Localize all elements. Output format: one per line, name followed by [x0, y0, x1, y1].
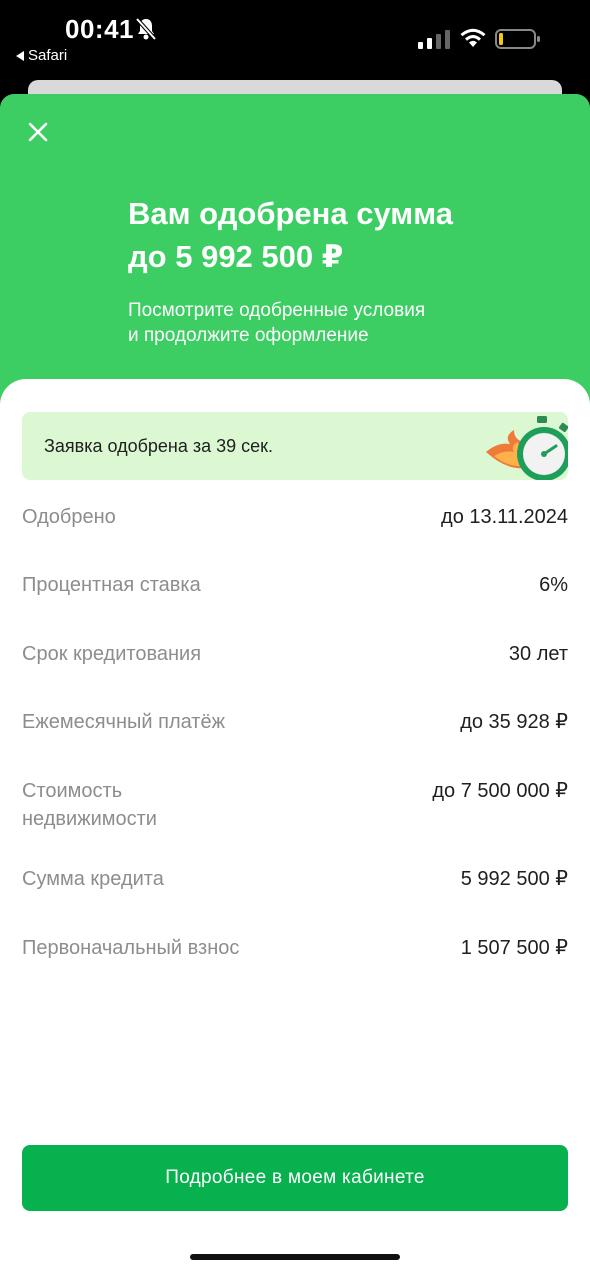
status-bar: 00:41 Safari: [0, 0, 590, 82]
approval-subtitle: Посмотрите одобренные условия и продолжи…: [128, 298, 548, 348]
battery-icon: [495, 29, 540, 49]
approval-modal: Вам одобрена сумма до 5 992 500 ₽ Посмот…: [0, 94, 590, 1280]
detail-row-property-cost: Стоимость недвижимости до 7 500 000 ₽: [22, 777, 568, 865]
approval-time-banner: Заявка одобрена за 39 сек.: [22, 412, 568, 480]
detail-row-monthly-payment: Ежемесячный платёж до 35 928 ₽: [22, 708, 568, 777]
open-cabinet-button-label: Подробнее в моем кабинете: [165, 1167, 425, 1188]
detail-value: 6%: [539, 574, 568, 596]
approval-title-line1: Вам одобрена сумма: [128, 196, 453, 231]
detail-label: Одобрено: [22, 506, 116, 528]
detail-value: 5 992 500 ₽: [460, 868, 568, 890]
detail-row-loan-amount: Сумма кредита 5 992 500 ₽: [22, 865, 568, 934]
stopwatch-icon: [486, 416, 568, 480]
detail-value: до 7 500 000 ₽: [432, 780, 568, 802]
banner-text: Заявка одобрена за 39 сек.: [44, 436, 274, 456]
detail-value: 1 507 500 ₽: [460, 937, 568, 959]
open-cabinet-button[interactable]: Подробнее в моем кабинете: [22, 1145, 568, 1211]
detail-label: Процентная ставка: [22, 574, 201, 596]
approval-title: Вам одобрена сумма до 5 992 500 ₽: [128, 192, 548, 278]
home-indicator[interactable]: [190, 1254, 400, 1260]
approval-subtitle-line1: Посмотрите одобренные условия: [128, 300, 426, 321]
detail-label: Стоимость недвижимости: [22, 780, 157, 830]
cellular-signal-icon: [418, 30, 450, 49]
detail-label: Сумма кредита: [22, 868, 164, 890]
status-time: 00:41: [65, 14, 134, 44]
close-icon[interactable]: [22, 116, 54, 148]
bell-slash-icon: [135, 17, 157, 41]
back-to-app-link[interactable]: Safari: [16, 47, 67, 64]
detail-label: Первоначальный взнос: [22, 937, 240, 959]
back-arrow-icon: [16, 50, 24, 61]
detail-row-interest-rate: Процентная ставка 6%: [22, 571, 568, 640]
approval-title-line2: до 5 992 500 ₽: [128, 239, 344, 274]
detail-label: Срок кредитования: [22, 643, 202, 665]
detail-row-down-payment: Первоначальный взнос 1 507 500 ₽: [22, 934, 568, 974]
back-app-label: Safari: [28, 47, 68, 64]
wifi-icon: [460, 28, 486, 47]
approval-subtitle-line2: и продолжите оформление: [128, 325, 369, 346]
loan-details-list: Одобрено до 13.11.2024 Процентная ставка…: [22, 503, 568, 974]
detail-value: до 35 928 ₽: [460, 711, 568, 733]
details-card: Заявка одобрена за 39 сек. Одобрено до 1…: [0, 379, 590, 1280]
detail-value: 30 лет: [508, 643, 568, 665]
detail-row-loan-term: Срок кредитования 30 лет: [22, 640, 568, 708]
detail-row-approved: Одобрено до 13.11.2024: [22, 503, 568, 571]
detail-label: Ежемесячный платёж: [22, 711, 225, 733]
detail-value: до 13.11.2024: [441, 506, 568, 528]
